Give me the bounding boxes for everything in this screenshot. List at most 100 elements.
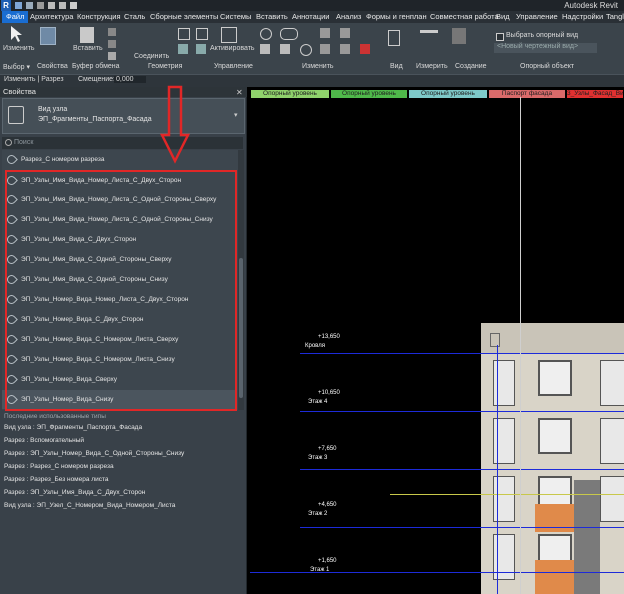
modify-button[interactable]: Изменить [3,45,35,52]
cut-icon[interactable] [108,40,116,48]
group-properties: Свойства [37,63,68,70]
delete-icon[interactable] [360,44,370,54]
menu-collaborate[interactable]: Совместная работа [430,11,499,23]
level-tag[interactable]: 3_Узлы_Фасад_Вид [566,89,624,99]
recent-item[interactable]: Вид узла : ЭП_Узел_С_Номером_Вида_Номеро… [4,502,175,509]
menu-view[interactable]: Вид [496,11,510,23]
group-view: Вид [390,63,403,70]
recent-item[interactable]: Разрез : Разрез_Без номера листа [4,476,109,483]
sync-icon[interactable] [37,2,44,9]
save-icon[interactable] [26,2,33,9]
paste-button[interactable]: Вставить [73,45,103,52]
yellow-line [390,494,624,495]
join-button[interactable]: Соединить [134,53,169,60]
cope-icon[interactable] [178,28,190,40]
window [538,418,572,454]
recent-item[interactable]: Разрез : Разрез_С номером разреза [4,463,114,470]
elevation-value: +7,650 [318,446,337,452]
recent-header: Последние использованные типы [4,413,106,420]
type-family: Вид узла [38,106,68,113]
menu-annotate[interactable]: Аннотации [292,11,330,23]
properties-header: Свойства [0,87,249,97]
level-tag[interactable]: Опорный уровень [330,89,408,99]
level-line [250,572,624,573]
create-icon[interactable] [452,28,466,44]
menu-structure[interactable]: Конструкция [77,11,121,23]
trim-icon[interactable] [340,28,350,38]
rotate-icon[interactable] [300,44,312,56]
title-bar [0,0,624,11]
revit-logo[interactable]: R [1,0,11,11]
measure-icon[interactable] [420,30,438,33]
chevron-down-icon[interactable]: ▾ [234,111,238,119]
close-icon[interactable]: ✕ [236,88,243,97]
menu-systems[interactable]: Системы [220,11,251,23]
properties-icon[interactable] [40,27,56,45]
section-line [520,97,521,594]
scrollbar-thumb[interactable] [239,258,243,398]
group-geometry: Геометрия [148,63,183,70]
list-item[interactable]: Разрез_С номером разреза [2,150,236,169]
group-clipboard: Буфер обмена [72,63,120,70]
recent-item[interactable]: Разрез : ЭП_Узлы_Номер_Вида_С_Одной_Стор… [4,450,184,457]
search-icon [5,139,12,146]
type-search-input[interactable] [2,137,243,149]
menu-tangl[interactable]: Tangl [606,11,624,23]
ref-view-select[interactable]: <Новый чертежный вид> [494,43,597,53]
copy-element-icon[interactable] [280,44,290,54]
group-modify: Изменить [302,63,334,70]
grid-line [497,345,498,594]
split-face-icon[interactable] [178,44,188,54]
group-select[interactable]: Выбор ▾ [3,63,30,71]
offset-input[interactable]: 0,000 [114,76,146,83]
recent-item[interactable]: Разрез : ЭП_Узлы_Имя_Вида_С_Двух_Сторон [4,489,145,496]
activate-icon[interactable] [221,27,237,43]
align-icon[interactable] [260,28,272,40]
menu-analyze[interactable]: Анализ [336,11,361,23]
array-icon[interactable] [320,44,330,54]
paint-icon[interactable] [196,44,206,54]
parapet [481,323,624,353]
activate-button[interactable]: Активировать [210,45,255,52]
menu-insert[interactable]: Вставить [256,11,288,23]
print-icon[interactable] [70,2,77,9]
level-name: Этаж 3 [308,455,328,461]
ref-view-checkbox[interactable] [496,33,504,41]
menu-steel[interactable]: Сталь [124,11,145,23]
mirror-icon[interactable] [320,28,330,38]
context-label: Изменить | Разрез [4,76,64,83]
offset-icon[interactable] [280,28,298,40]
level-tag[interactable]: Опорный уровень [250,89,330,99]
menu-file[interactable]: Файл [2,11,29,23]
highlight-frame [5,170,237,411]
group-control: Управление [214,63,253,70]
scale-icon[interactable] [340,44,350,54]
redo-icon[interactable] [59,2,66,9]
view-type-icon [8,106,24,124]
group-create: Создание [455,63,487,70]
view-icon[interactable] [388,30,400,46]
elevation-value: +4,650 [318,502,337,508]
menu-manage[interactable]: Управление [516,11,558,23]
orange-panel [535,560,575,594]
copy-icon[interactable] [108,28,116,36]
level-tag[interactable]: Паспорт фасада [488,89,566,99]
menu-addins[interactable]: Надстройки [562,11,603,23]
level-tag[interactable]: Опорный уровень [408,89,488,99]
menu-precast[interactable]: Сборные элементы [150,11,218,23]
modify-cursor-icon[interactable] [8,25,24,43]
undo-icon[interactable] [48,2,55,9]
paste-icon[interactable] [80,27,94,43]
recent-item[interactable]: Разрез : Вспомогательный [4,437,84,444]
elevation-value: +10,650 [318,390,340,396]
gray-column [574,480,600,594]
move-icon[interactable] [260,44,270,54]
menu-massing[interactable]: Формы и генплан [366,11,427,23]
join-icon[interactable] [108,52,116,60]
open-icon[interactable] [15,2,22,9]
cut-geometry-icon[interactable] [196,28,208,40]
facade-element [490,333,500,347]
menu-architecture[interactable]: Архитектура [30,11,73,23]
search-placeholder: Поиск [14,139,34,146]
recent-item[interactable]: Вид узла : ЭП_Фрагменты_Паспорта_Фасада [4,424,142,431]
